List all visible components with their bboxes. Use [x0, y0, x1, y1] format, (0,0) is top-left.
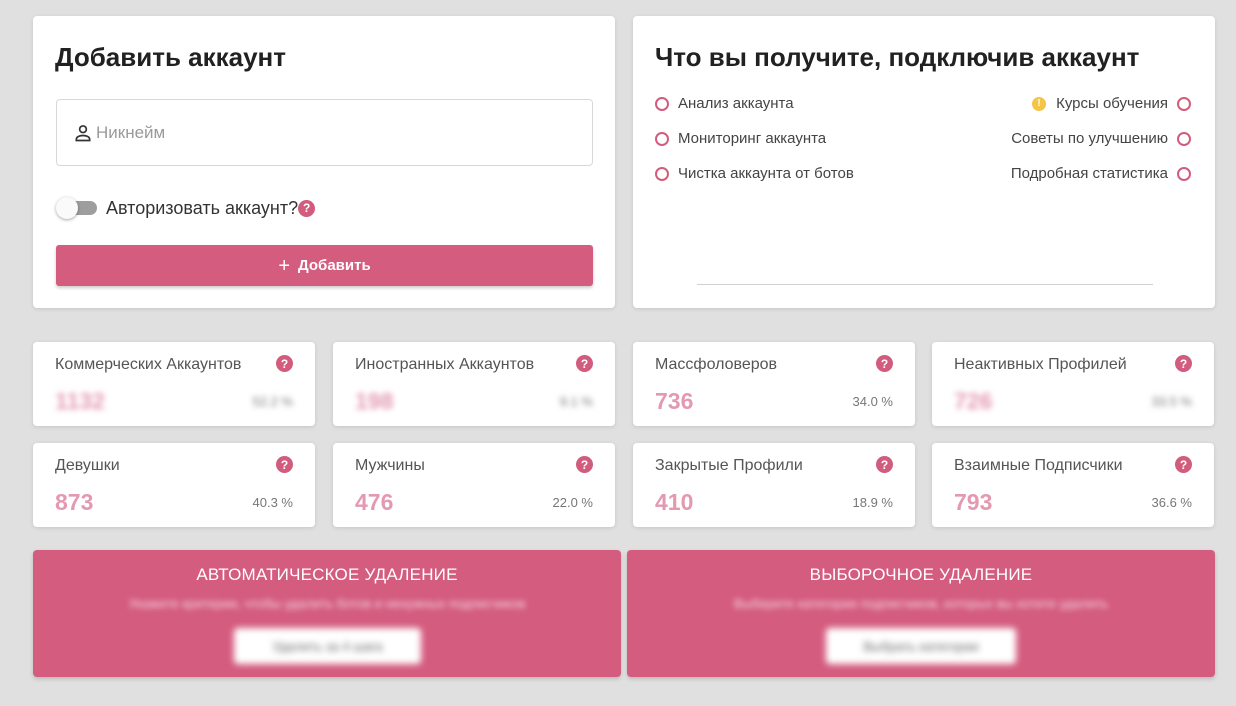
benefits-title: Что вы получите, подключив аккаунт — [655, 42, 1140, 72]
help-icon[interactable]: ? — [876, 355, 893, 372]
benefit-item: Анализ аккаунта — [655, 95, 794, 112]
circle-icon — [655, 131, 669, 146]
auto-delete-description: Укажите критерии, чтобы удалить ботов и … — [128, 596, 526, 611]
help-icon[interactable]: ? — [876, 456, 893, 473]
stat-label: Неактивных Профилей — [954, 356, 1127, 373]
authorize-label: Авторизовать аккаунт? — [106, 197, 299, 218]
divider — [697, 284, 1153, 285]
stat-label: Коммерческих Аккаунтов — [55, 356, 242, 373]
user-icon — [75, 124, 91, 141]
benefits-card: Что вы получите, подключив аккаунт Анали… — [633, 16, 1215, 308]
stat-value: 1132 — [55, 388, 105, 414]
benefit-item: Подробная статистика — [1011, 165, 1191, 182]
circle-icon — [1177, 96, 1191, 111]
nickname-field[interactable] — [56, 99, 593, 166]
help-icon[interactable]: ? — [576, 456, 593, 473]
stat-percent: 36.6 % — [1151, 495, 1192, 510]
selective-delete-title: ВЫБОРОЧНОЕ УДАЛЕНИЕ — [809, 565, 1033, 584]
nickname-input[interactable] — [96, 122, 496, 143]
stat-card-foreign: Иностранных Аккаунтов ? 198 9.1 % — [333, 342, 615, 426]
circle-icon — [655, 96, 669, 111]
stat-percent: 33.5 % — [1151, 394, 1192, 409]
stat-card-private: Закрытые Профили ? 410 18.9 % — [633, 443, 915, 527]
stat-percent: 40.3 % — [252, 495, 293, 510]
benefit-item: ! Курсы обучения — [1032, 95, 1191, 112]
stat-value: 873 — [55, 489, 94, 515]
stat-label: Массфоловеров — [655, 356, 778, 373]
help-icon[interactable]: ? — [1175, 355, 1192, 372]
add-button-label: Добавить — [298, 257, 371, 274]
stat-card-inactive: Неактивных Профилей ? 726 33.5 % — [932, 342, 1214, 426]
auto-delete-title: АВТОМАТИЧЕСКОЕ УДАЛЕНИЕ — [196, 565, 458, 584]
authorize-row: Авторизовать аккаунт? ? — [56, 197, 316, 219]
authorize-toggle[interactable] — [56, 197, 97, 219]
stat-value: 476 — [355, 489, 394, 515]
selective-delete-card: ВЫБОРОЧНОЕ УДАЛЕНИЕ Выберите категории п… — [627, 550, 1215, 677]
stat-percent: 22.0 % — [552, 495, 593, 510]
stat-value: 726 — [954, 388, 993, 414]
circle-icon — [1177, 166, 1191, 181]
add-account-card: Добавить аккаунт Авторизовать аккаунт? ?… — [33, 16, 615, 308]
circle-icon — [655, 166, 669, 181]
benefit-item: Мониторинг аккаунта — [655, 130, 826, 147]
selective-delete-button[interactable]: Выбрать категории — [826, 628, 1016, 664]
help-icon[interactable]: ? — [298, 199, 316, 217]
stat-card-mutual: Взаимные Подписчики ? 793 36.6 % — [932, 443, 1214, 527]
benefit-item: Советы по улучшению — [1011, 130, 1191, 147]
selective-delete-description: Выберите категории подписчиков, которых … — [733, 596, 1109, 611]
help-icon[interactable]: ? — [276, 456, 293, 473]
circle-icon — [1177, 131, 1191, 146]
stat-label: Взаимные Подписчики — [954, 457, 1123, 474]
plus-icon: + — [278, 254, 291, 277]
stat-label: Закрытые Профили — [655, 457, 803, 474]
help-icon[interactable]: ? — [576, 355, 593, 372]
help-icon[interactable]: ? — [276, 355, 293, 372]
auto-delete-button[interactable]: Удалить за 4 шага — [234, 628, 421, 664]
add-account-title: Добавить аккаунт — [55, 42, 286, 72]
stat-label: Девушки — [55, 457, 120, 474]
auto-delete-card: АВТОМАТИЧЕСКОЕ УДАЛЕНИЕ Укажите критерии… — [33, 550, 621, 677]
stat-value: 793 — [954, 489, 993, 515]
stat-card-men: Мужчины ? 476 22.0 % — [333, 443, 615, 527]
stat-percent: 9.1 % — [559, 394, 593, 409]
help-icon[interactable]: ? — [1175, 456, 1192, 473]
warning-icon: ! — [1032, 96, 1047, 111]
stat-value: 198 — [355, 388, 394, 414]
stat-percent: 52.2 % — [252, 394, 293, 409]
stat-label: Иностранных Аккаунтов — [355, 356, 535, 373]
stat-percent: 18.9 % — [852, 495, 893, 510]
stat-label: Мужчины — [355, 457, 425, 474]
stat-card-commercial: Коммерческих Аккаунтов ? 1132 52.2 % — [33, 342, 315, 426]
stat-percent: 34.0 % — [852, 394, 893, 409]
benefit-item: Чистка аккаунта от ботов — [655, 165, 854, 182]
stat-card-massfollowers: Массфоловеров ? 736 34.0 % — [633, 342, 915, 426]
stat-card-girls: Девушки ? 873 40.3 % — [33, 443, 315, 527]
add-account-button[interactable]: + Добавить — [56, 245, 593, 286]
stat-value: 410 — [655, 489, 694, 515]
stat-value: 736 — [655, 388, 694, 414]
